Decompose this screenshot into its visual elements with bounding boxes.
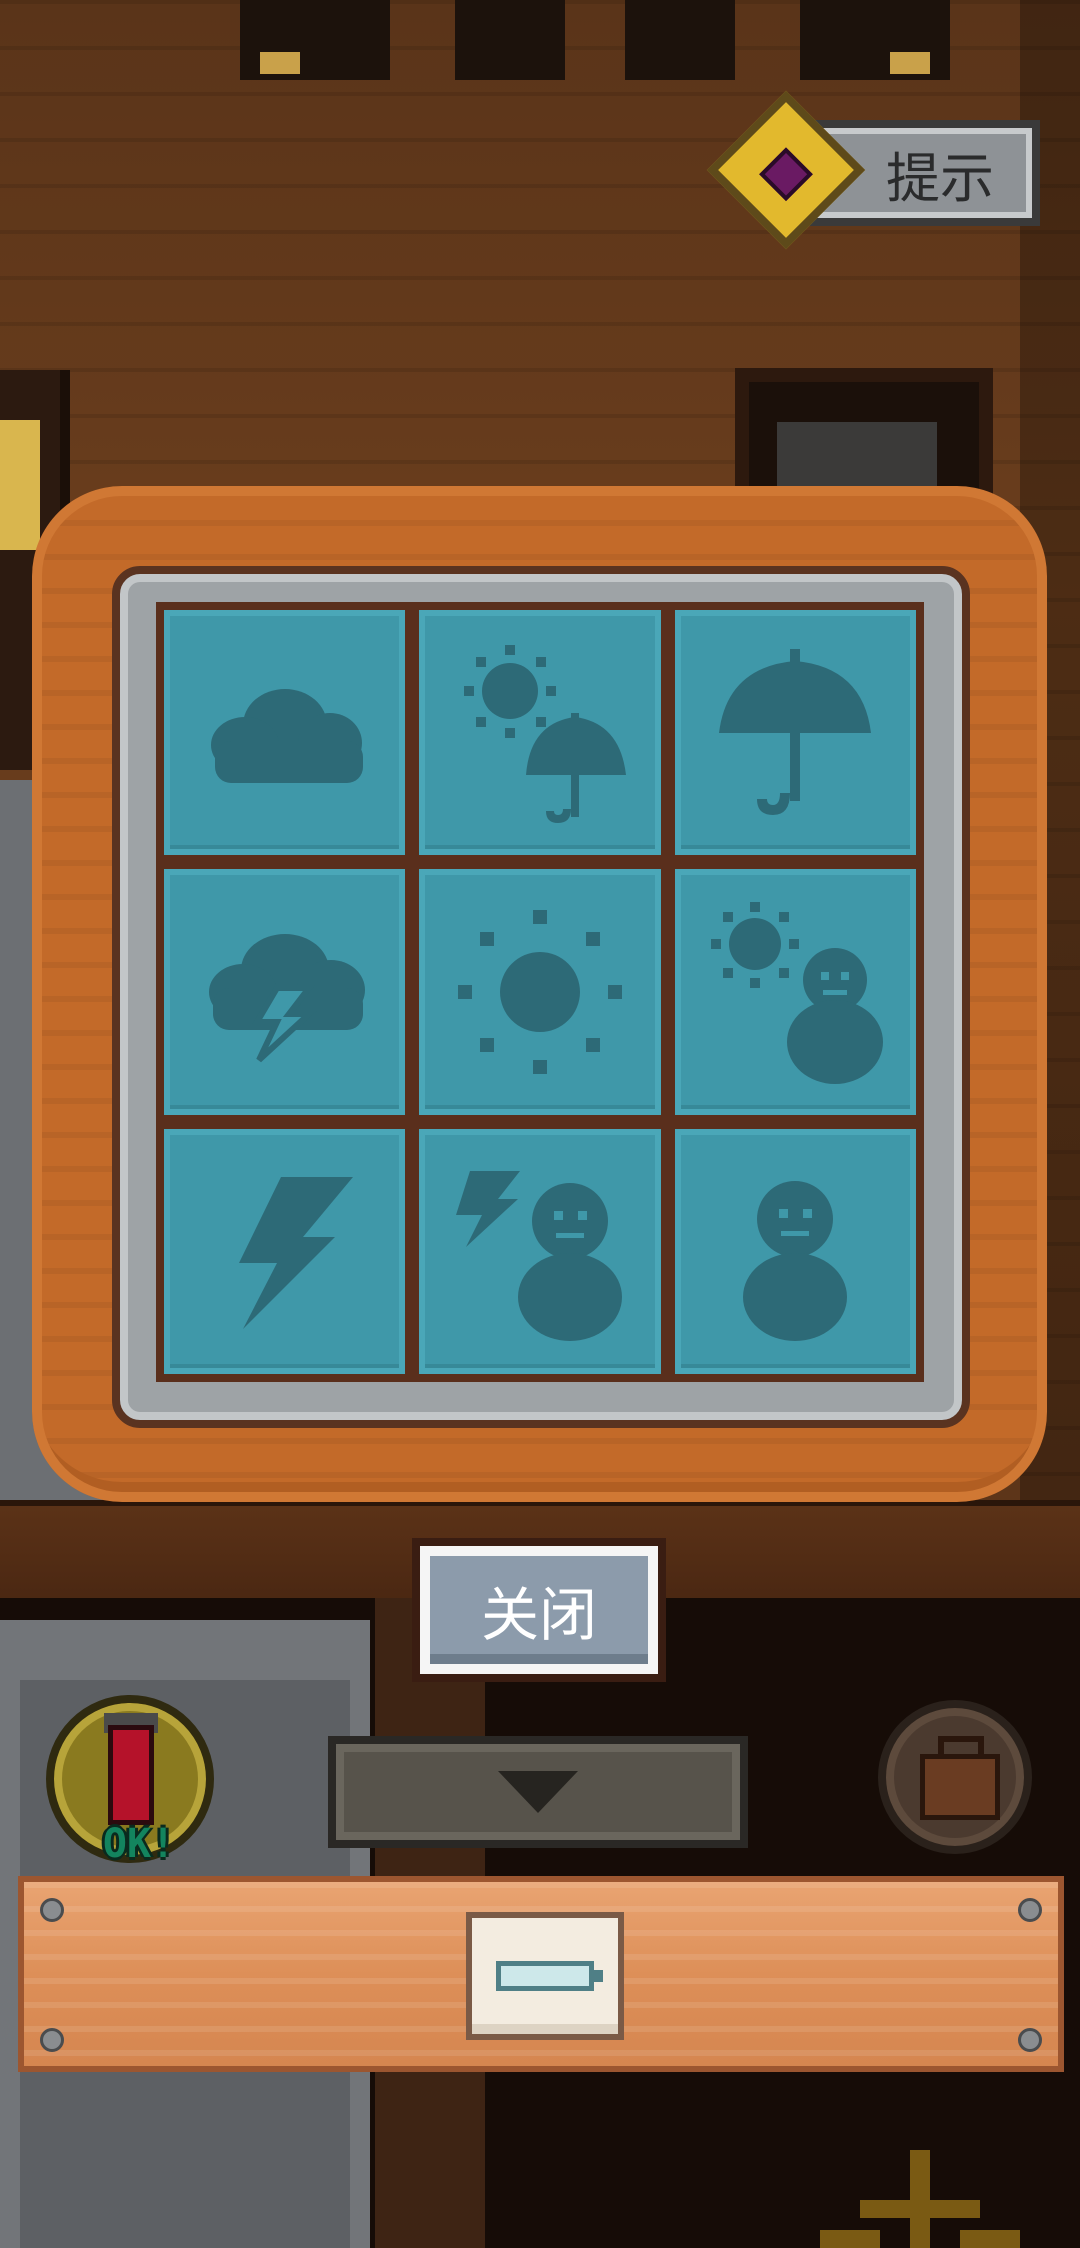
close-button[interactable]: 关闭 <box>420 1546 658 1674</box>
screw-icon <box>1018 1898 1042 1922</box>
cloud-icon <box>210 688 363 783</box>
tile-lightning[interactable] <box>164 1128 406 1374</box>
scene-down-button[interactable] <box>328 1736 748 1848</box>
snowman-icon <box>743 1181 848 1342</box>
tile-sun-snowman[interactable] <box>674 869 916 1115</box>
lantern-status: OK! <box>102 1821 176 1867</box>
lantern-icon <box>108 1725 154 1825</box>
ceiling-lamp-center-left <box>455 0 565 80</box>
tile-storm-cloud[interactable] <box>164 869 406 1115</box>
tile-lightning-snowman[interactable] <box>419 1128 661 1374</box>
sun-snowman-icon <box>711 901 884 1084</box>
chevron-down-icon <box>498 1771 578 1813</box>
storm-cloud-icon <box>208 933 365 1063</box>
tile-sun[interactable] <box>419 869 661 1115</box>
lightning-icon <box>238 1177 353 1330</box>
tile-umbrella[interactable] <box>674 610 916 856</box>
lightning-snowman-icon <box>455 1171 622 1342</box>
sun-icon <box>457 909 622 1074</box>
hint-button[interactable]: 提示 <box>706 90 1050 250</box>
tile-sun-umbrella[interactable] <box>419 610 661 856</box>
bottom-decoration <box>820 2150 1020 2248</box>
gem-icon <box>759 147 813 202</box>
screw-icon <box>40 1898 64 1922</box>
inventory-bar <box>18 1876 1064 2072</box>
door-handle[interactable] <box>0 420 40 550</box>
umbrella-icon <box>719 648 872 815</box>
sun-umbrella-icon <box>463 644 626 823</box>
screw-icon <box>1018 2028 1042 2052</box>
fuse-icon <box>496 1961 603 1991</box>
lamp-base-left <box>260 52 300 74</box>
inventory-slot[interactable] <box>466 1912 624 2040</box>
ceiling-lamp-center-right <box>625 0 735 80</box>
bag-icon <box>920 1754 1000 1820</box>
lantern-button[interactable]: OK! <box>46 1695 214 1867</box>
lamp-base-right <box>890 52 930 74</box>
screw-icon <box>40 2028 64 2052</box>
tile-snowman[interactable] <box>674 1128 916 1374</box>
tile-cloud[interactable] <box>164 610 406 856</box>
weather-tile-grid <box>156 602 924 1382</box>
bag-button[interactable] <box>878 1700 1032 1854</box>
